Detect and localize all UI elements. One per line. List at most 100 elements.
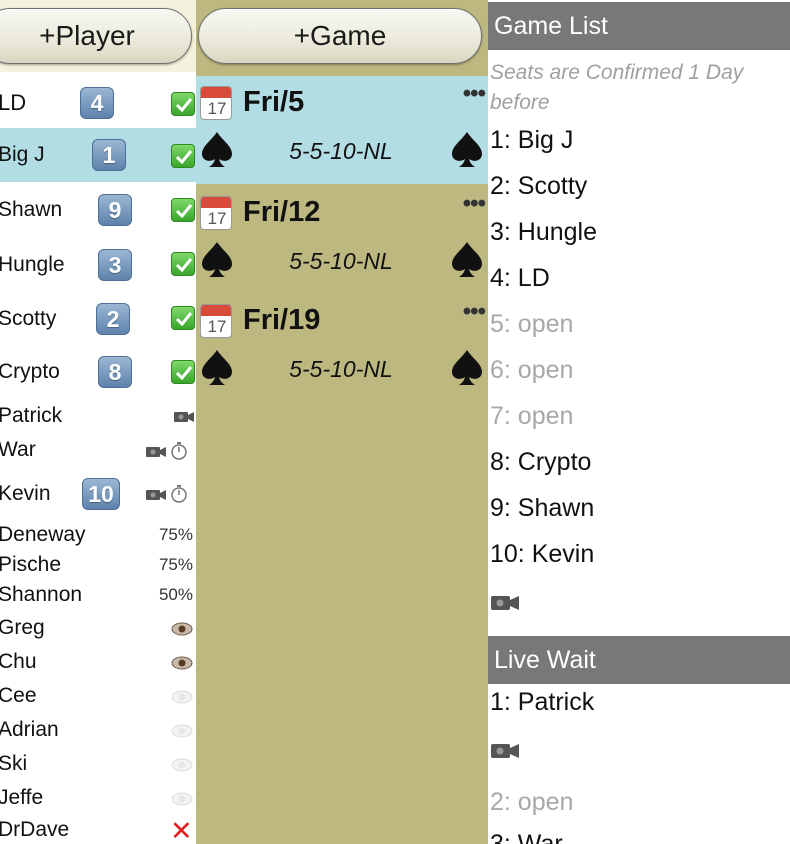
player-row[interactable]: War <box>0 434 196 468</box>
player-name: Chu <box>0 650 37 673</box>
player-name: DrDave <box>0 818 70 841</box>
player-row[interactable]: Pische 75% <box>0 550 196 580</box>
camera-icon <box>174 412 194 422</box>
player-row[interactable]: Jeffe <box>0 782 196 816</box>
game-date: Fri/12 <box>243 196 321 228</box>
spade-icon <box>452 242 482 277</box>
add-player-button[interactable]: +Player <box>0 8 192 64</box>
seat-item-open[interactable]: 6: open <box>490 356 573 385</box>
player-row[interactable]: Shawn 9 <box>0 184 196 236</box>
check-icon[interactable] <box>171 144 195 168</box>
seat-badge: 3 <box>98 249 132 281</box>
check-icon[interactable] <box>171 306 195 330</box>
confirmation-note: Seats are Confirmed 1 Day before <box>490 61 744 114</box>
player-row[interactable]: Adrian <box>0 714 196 748</box>
eye-icon <box>171 690 193 704</box>
eye-icon <box>171 724 193 738</box>
player-row-selected[interactable]: Big J 1 <box>0 128 196 182</box>
games-panel: +Game 17 Fri/5 ••• 5-5-10-NL 17 Fri/12 •… <box>196 0 488 844</box>
seat-item-open[interactable]: 7: open <box>490 402 573 431</box>
live-wait-header: Live Wait <box>488 636 790 684</box>
player-name: Scotty <box>0 307 57 330</box>
wait-item-open[interactable]: 2: open <box>490 788 573 817</box>
player-row[interactable]: Scotty 2 <box>0 292 196 346</box>
player-name: Hungle <box>0 253 65 276</box>
check-icon[interactable] <box>171 252 195 276</box>
timer-icon <box>171 442 187 460</box>
player-name: Cee <box>0 684 37 707</box>
game-type: 5-5-10-NL <box>289 356 393 382</box>
check-icon[interactable] <box>171 360 195 384</box>
more-icon[interactable]: ••• <box>463 80 486 108</box>
add-game-button[interactable]: +Game <box>198 8 482 64</box>
player-row[interactable]: Crypto 8 <box>0 346 196 398</box>
seat-badge: 2 <box>96 303 130 335</box>
eye-icon <box>171 622 193 636</box>
player-row[interactable]: Cee <box>0 680 196 714</box>
player-row[interactable]: Chu <box>0 646 196 680</box>
x-icon: ✕ <box>170 816 193 844</box>
seat-item[interactable]: 3: Hungle <box>490 218 597 247</box>
spade-icon <box>452 132 482 167</box>
seat-item-open[interactable]: 5: open <box>490 310 573 339</box>
percent-label: 75% <box>158 555 193 574</box>
camera-icon <box>491 744 519 758</box>
player-row[interactable]: DrDave ✕ <box>0 816 196 844</box>
player-name: Greg <box>0 616 45 639</box>
more-icon[interactable]: ••• <box>463 298 486 326</box>
seat-badge: 4 <box>80 87 114 119</box>
eye-icon <box>171 656 193 670</box>
seat-badge: 10 <box>82 478 120 510</box>
player-name: Shannon <box>0 583 83 606</box>
seat-badge: 1 <box>92 139 126 171</box>
player-name: Adrian <box>0 718 59 741</box>
game-type: 5-5-10-NL <box>289 248 393 274</box>
player-name: Deneway <box>0 523 86 546</box>
player-row[interactable]: Greg <box>0 612 196 646</box>
game-row[interactable]: 17 Fri/19 ••• 5-5-10-NL <box>196 294 488 402</box>
player-row[interactable]: Kevin 10 <box>0 472 196 516</box>
seat-item[interactable]: 4: LD <box>490 264 550 293</box>
player-name: Jeffe <box>0 786 44 809</box>
camera-icon <box>146 447 166 457</box>
eye-icon <box>171 792 193 806</box>
seat-item[interactable]: 10: Kevin <box>490 540 594 569</box>
player-row[interactable]: Shannon 50% <box>0 580 196 610</box>
player-row[interactable]: Ski <box>0 748 196 782</box>
seat-item[interactable]: 2: Scotty <box>490 172 587 201</box>
more-icon[interactable]: ••• <box>463 190 486 218</box>
seat-badge: 8 <box>98 356 132 388</box>
calendar-icon: 17 <box>200 196 232 230</box>
check-icon[interactable] <box>171 198 195 222</box>
calendar-icon: 17 <box>200 86 232 120</box>
game-list-panel: Game List Seats are Confirmed 1 Day befo… <box>488 0 790 844</box>
player-name: Ski <box>0 752 28 775</box>
timer-icon <box>171 485 187 503</box>
player-row[interactable]: Hungle 3 <box>0 238 196 292</box>
game-type: 5-5-10-NL <box>289 138 393 164</box>
player-name: Kevin <box>0 482 51 505</box>
seat-item[interactable]: 1: Big J <box>490 126 573 155</box>
game-list-header: Game List <box>488 2 790 50</box>
player-name: War <box>0 438 36 461</box>
spade-icon <box>202 132 232 167</box>
player-name: Pische <box>0 553 62 576</box>
game-row[interactable]: 17 Fri/12 ••• 5-5-10-NL <box>196 186 488 294</box>
camera-icon <box>146 490 166 500</box>
seat-item[interactable]: 9: Shawn <box>490 494 594 523</box>
camera-icon <box>491 596 519 610</box>
player-name: Shawn <box>0 198 63 221</box>
wait-item[interactable]: 3: War <box>490 830 563 844</box>
game-row-selected[interactable]: 17 Fri/5 ••• 5-5-10-NL <box>196 76 488 184</box>
seat-item[interactable]: 8: Crypto <box>490 448 591 477</box>
spade-icon <box>452 350 482 385</box>
eye-icon <box>171 758 193 772</box>
check-icon[interactable] <box>171 92 195 116</box>
player-row[interactable]: LD 4 <box>0 78 196 128</box>
percent-label: 50% <box>158 585 193 604</box>
player-name: Patrick <box>0 404 63 427</box>
players-panel: +Player LD 4 Big J 1 Shawn 9 Hungle 3 Sc… <box>0 0 196 844</box>
player-row[interactable]: Patrick <box>0 400 196 434</box>
wait-item[interactable]: 1: Patrick <box>490 688 594 717</box>
player-row[interactable]: Deneway 75% <box>0 520 196 550</box>
